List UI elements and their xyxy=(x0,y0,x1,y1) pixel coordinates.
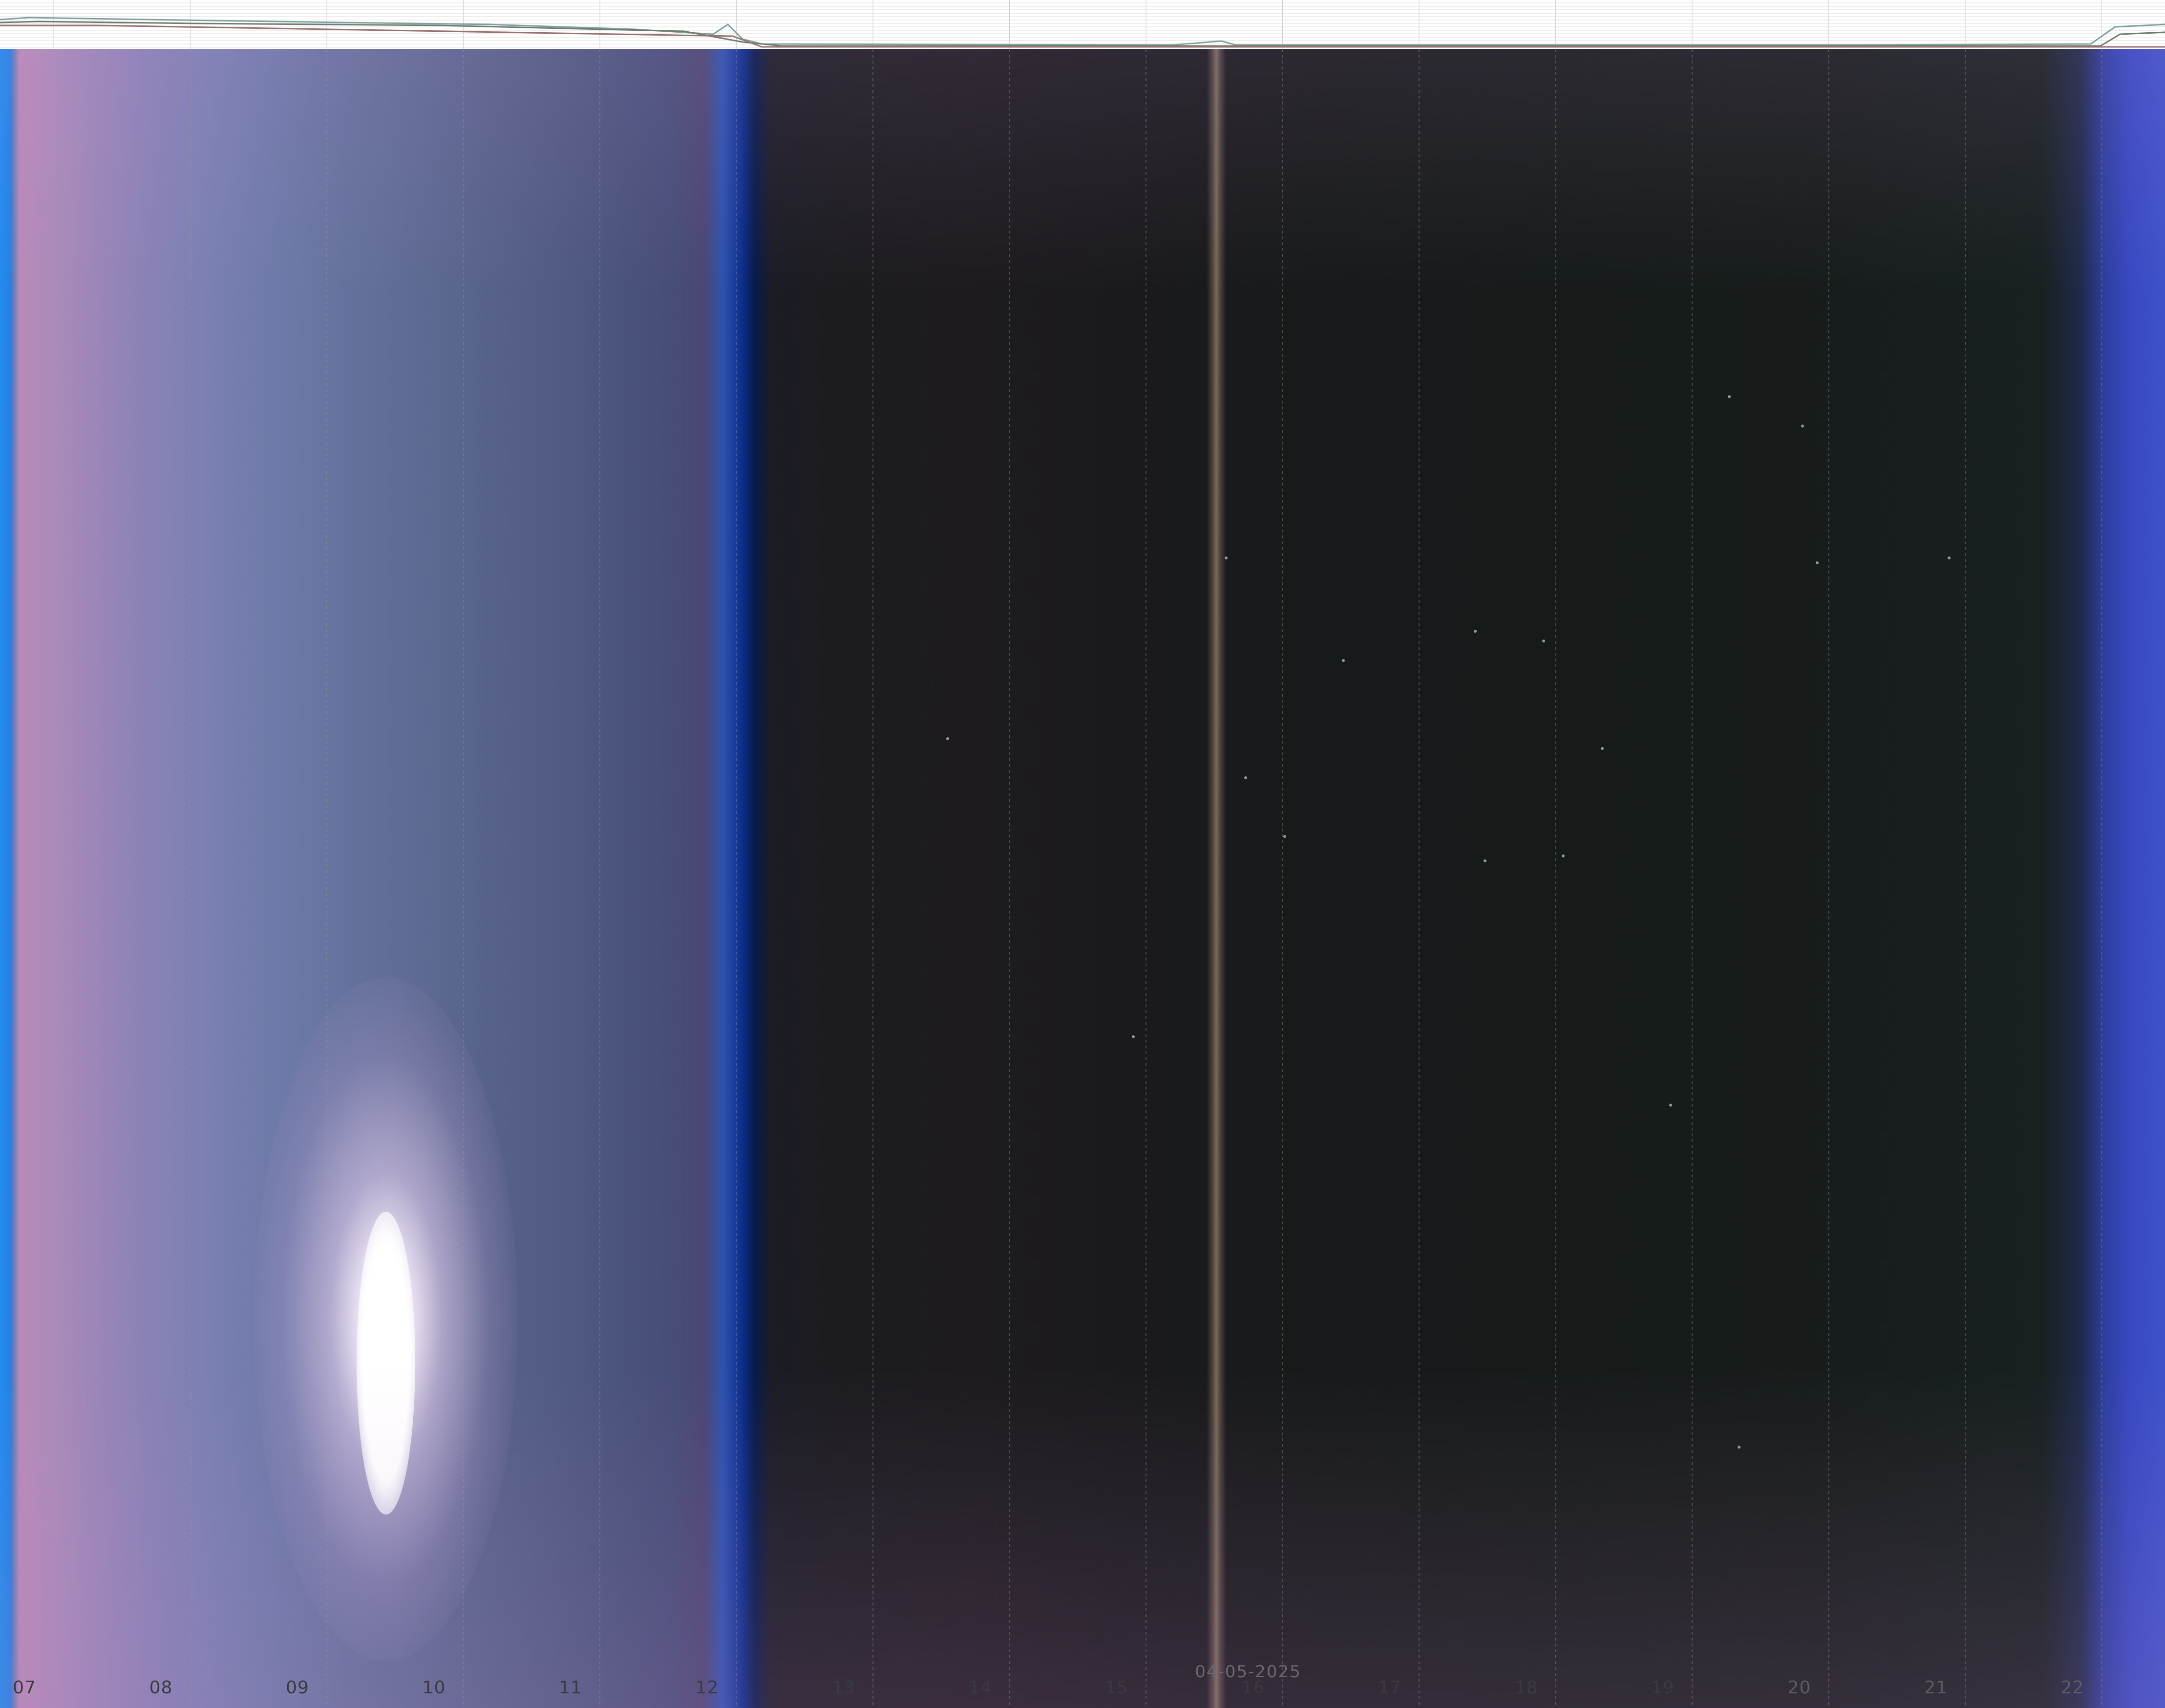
keogram-image xyxy=(0,49,2165,1708)
keogram-view: 0708091011121314151617181920212223000102… xyxy=(0,0,2165,1708)
hour-label-07: 07 xyxy=(13,1678,36,1698)
hour-label-09: 09 xyxy=(286,1678,309,1698)
hour-label-11: 11 xyxy=(559,1678,582,1698)
hour-label-13: 13 xyxy=(832,1678,855,1698)
hour-label-18: 18 xyxy=(1514,1678,1538,1698)
telemetry-graph xyxy=(0,0,2165,49)
hour-gridlines xyxy=(53,49,2102,1708)
hour-label-22: 22 xyxy=(2060,1678,2084,1698)
hour-label-14: 14 xyxy=(968,1678,992,1698)
brightness-trace xyxy=(0,17,2165,46)
hour-label-08: 08 xyxy=(149,1678,173,1698)
hour-label-10: 10 xyxy=(422,1678,446,1698)
hour-label-15: 15 xyxy=(1105,1678,1128,1698)
date-label: 04-05-2025 xyxy=(1195,1662,1301,1682)
hour-label-12: 12 xyxy=(695,1678,719,1698)
hour-label-21: 21 xyxy=(1924,1678,1948,1698)
hour-label-20: 20 xyxy=(1787,1678,1811,1698)
gain-trace xyxy=(0,24,2165,48)
hour-label-17: 17 xyxy=(1378,1678,1401,1698)
hour-label-19: 19 xyxy=(1651,1678,1675,1698)
telemetry-strip xyxy=(0,0,2165,49)
